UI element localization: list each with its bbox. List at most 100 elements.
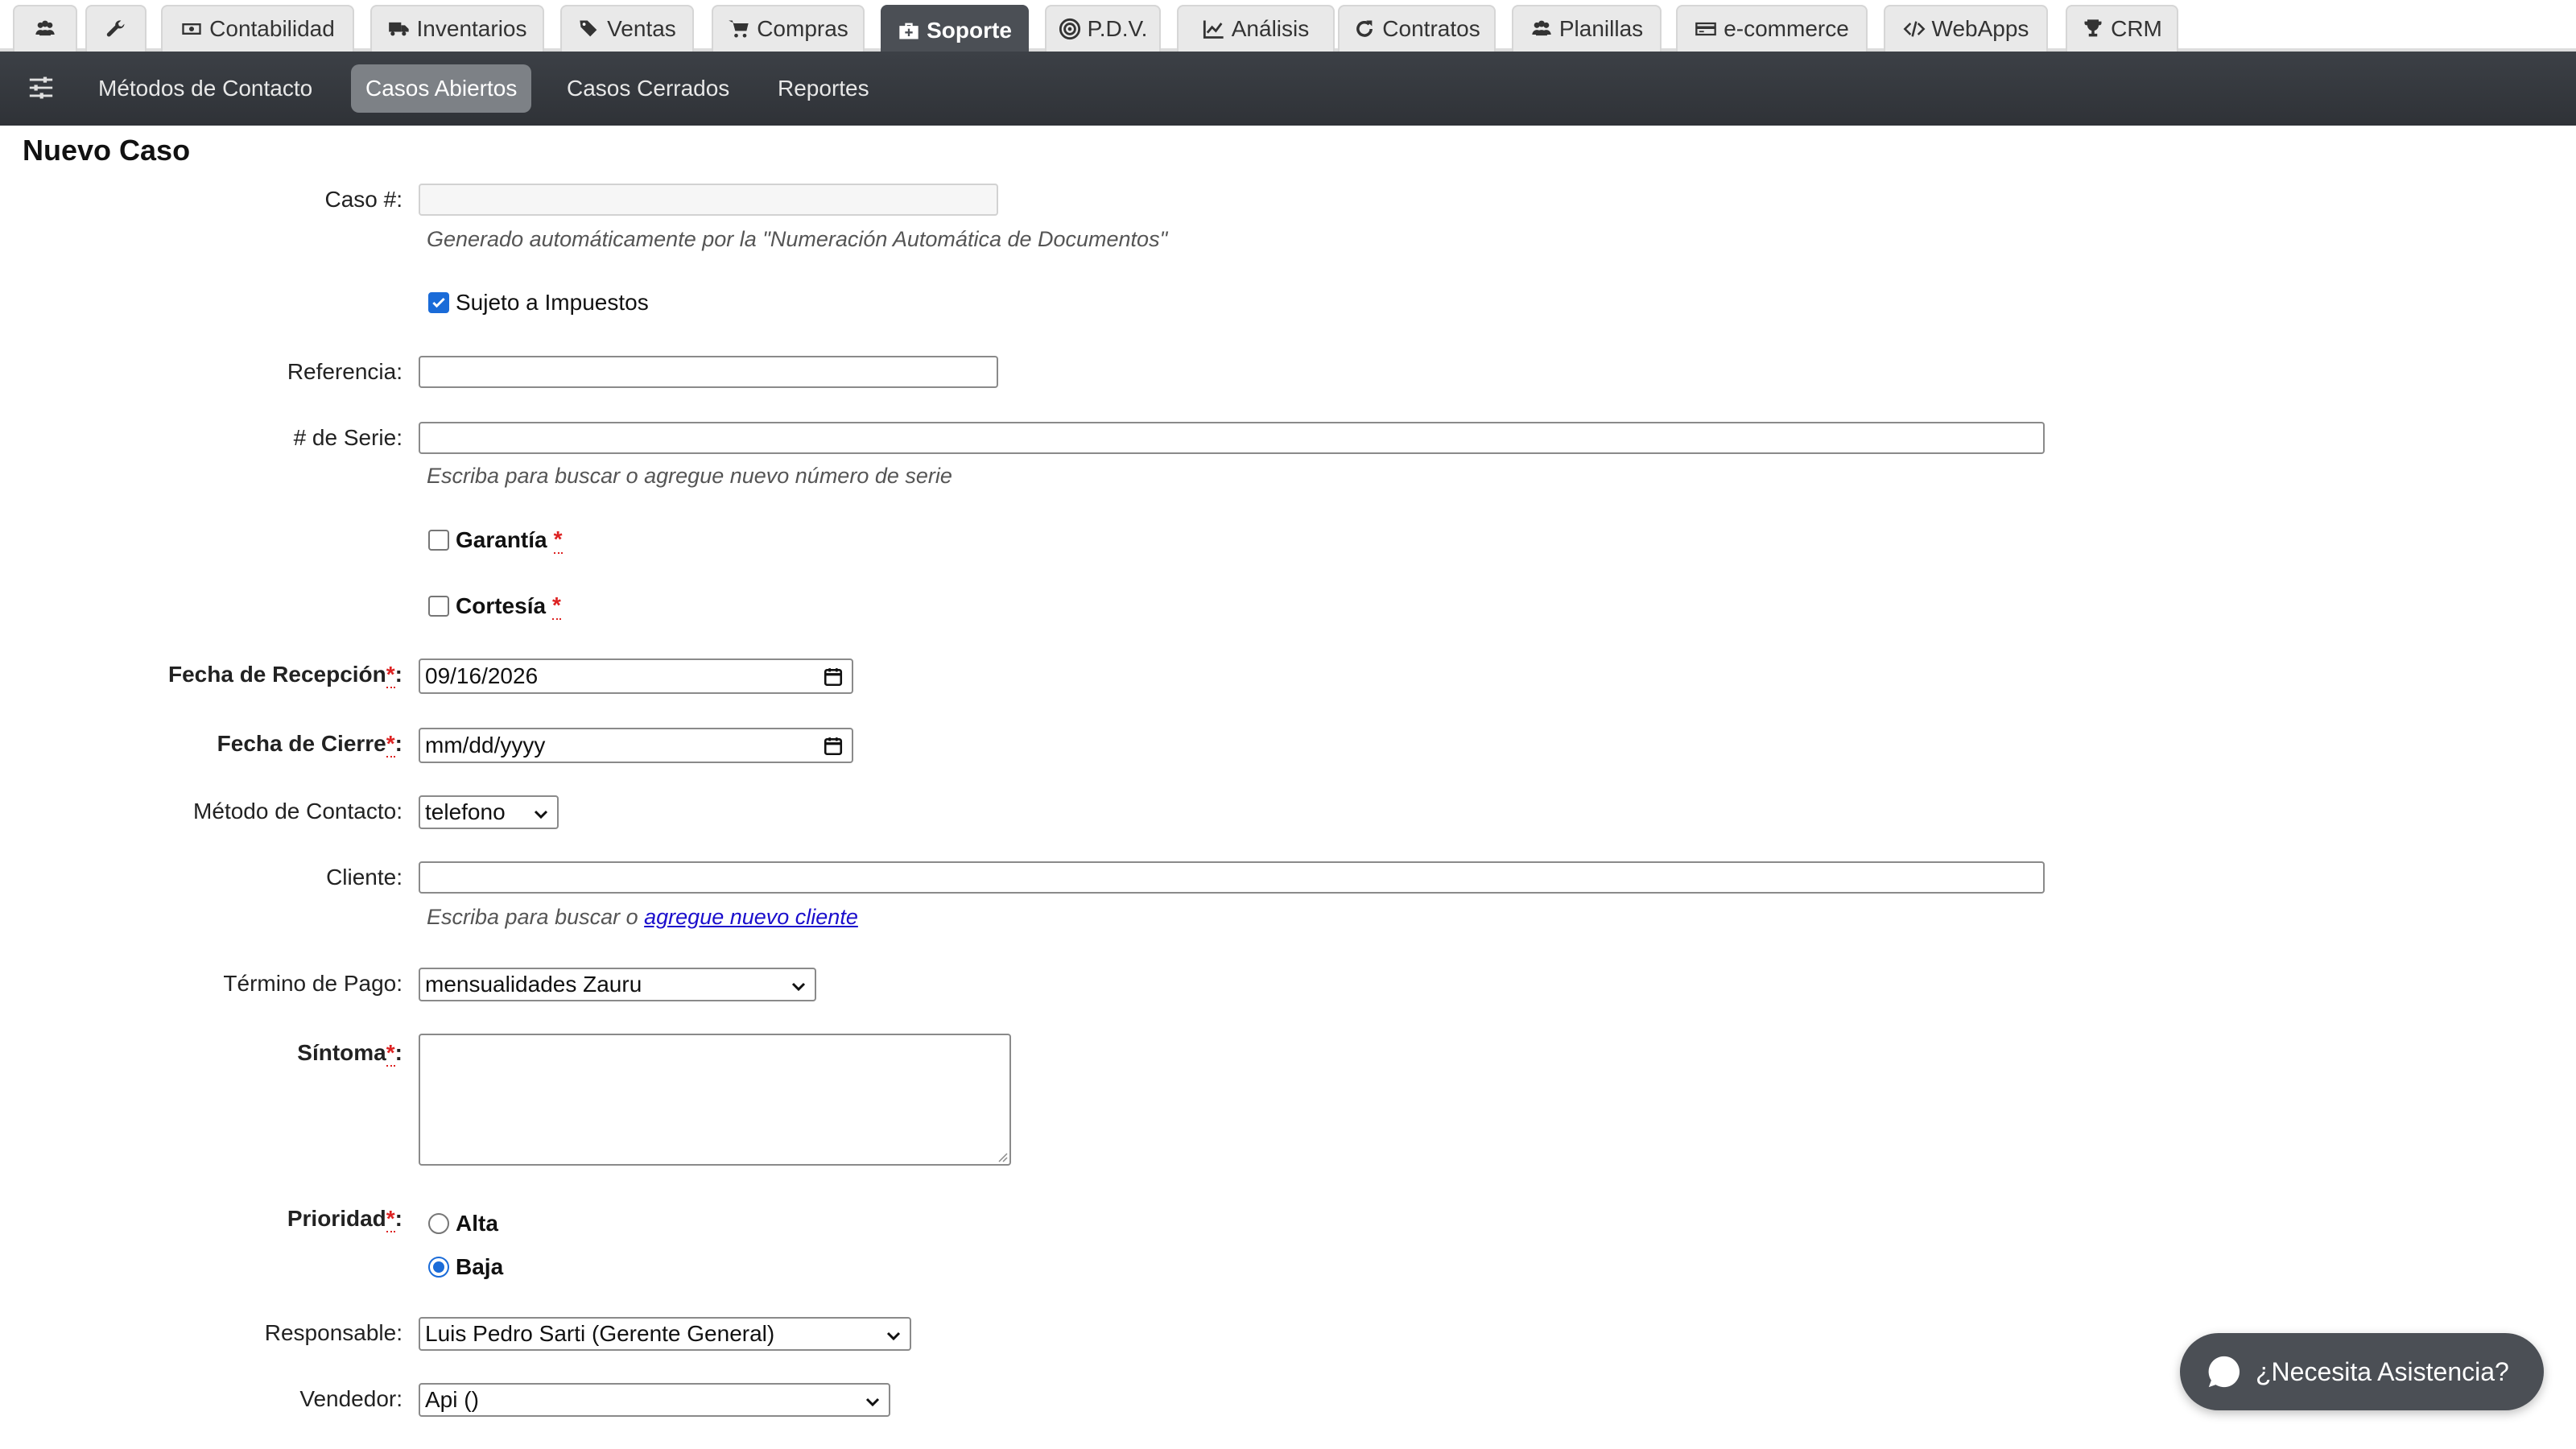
- referencia-input[interactable]: [419, 356, 998, 388]
- caso-number-input: [419, 184, 998, 216]
- subnav-reportes[interactable]: Reportes: [763, 64, 884, 113]
- module-tab-label: Análisis: [1231, 16, 1310, 41]
- chevron-down-icon: [865, 1397, 880, 1407]
- required-mark: *: [553, 526, 563, 554]
- subnav-casos-cerrados[interactable]: Casos Cerrados: [552, 64, 744, 113]
- prioridad-baja-radio[interactable]: [428, 1257, 449, 1278]
- fecha-cierre-input[interactable]: mm/dd/yyyy: [419, 728, 853, 763]
- module-tab-label: Planillas: [1558, 16, 1644, 41]
- module-tab-label: Contratos: [1382, 16, 1480, 41]
- cliente-label: Cliente:: [326, 865, 402, 890]
- termino-pago-label: Término de Pago:: [223, 971, 402, 996]
- module-tab-webapps[interactable]: WebApps: [1884, 5, 2048, 52]
- prioridad-alta-label: Alta: [456, 1211, 498, 1236]
- module-tab-users[interactable]: [13, 5, 77, 52]
- module-tab-label: Ventas: [607, 16, 676, 41]
- refresh-icon: [1356, 20, 1373, 37]
- fecha-recepcion-input[interactable]: 09/16/2026: [419, 658, 853, 694]
- prioridad-baja-label: Baja: [456, 1254, 504, 1279]
- serie-input[interactable]: [419, 422, 2045, 454]
- prioridad-baja-row: Baja: [428, 1254, 503, 1280]
- check-icon: [432, 297, 445, 308]
- users-icon: [35, 20, 55, 36]
- sintoma-label: Síntoma*:: [297, 1040, 402, 1067]
- serie-hint: Escriba para buscar o agregue nuevo núme…: [427, 464, 952, 488]
- termino-pago-select[interactable]: mensualidades Zauru: [419, 968, 816, 1001]
- module-tab-label: Soporte: [927, 18, 1012, 43]
- module-tab-label: WebApps: [1931, 16, 2029, 41]
- wrench-icon: [106, 20, 125, 37]
- module-tab-inventarios[interactable]: Inventarios: [370, 5, 544, 52]
- caso-hint: Generado automáticamente por la "Numerac…: [427, 227, 1168, 251]
- prioridad-alta-radio[interactable]: [428, 1213, 449, 1234]
- fecha-recepcion-value: 09/16/2026: [425, 663, 539, 688]
- module-tab-contabilidad[interactable]: Contabilidad: [161, 5, 354, 52]
- resize-grip-icon[interactable]: [995, 1150, 1008, 1162]
- calendar-icon[interactable]: [823, 736, 844, 757]
- module-tab-label: Inventarios: [416, 16, 527, 41]
- required-mark: *: [552, 592, 561, 620]
- sujeto-impuestos-checkbox[interactable]: [428, 292, 449, 313]
- vendedor-select[interactable]: Api (): [419, 1383, 890, 1417]
- metodo-contacto-label: Método de Contacto:: [193, 799, 402, 824]
- fecha-cierre-label: Fecha de Cierre*:: [217, 731, 402, 758]
- garantia-row: Garantía *: [428, 526, 563, 554]
- vendedor-value: Api (): [425, 1387, 479, 1412]
- line-chart-icon: [1203, 20, 1224, 39]
- cortesia-label: Cortesía: [456, 593, 547, 618]
- sintoma-textarea[interactable]: [419, 1034, 1011, 1166]
- module-tab-ecommerce[interactable]: e-commerce: [1676, 5, 1868, 52]
- caso-label: Caso #:: [324, 187, 403, 212]
- module-nav: Contabilidad Inventarios Ventas Compras …: [0, 0, 2576, 55]
- page-title: Nuevo Caso: [23, 134, 191, 167]
- calendar-icon[interactable]: [823, 667, 844, 687]
- module-tab-analisis[interactable]: Análisis: [1177, 5, 1335, 52]
- help-chat-label: ¿Necesita Asistencia?: [2256, 1356, 2509, 1386]
- module-tab-compras[interactable]: Compras: [712, 5, 865, 52]
- cart-icon: [729, 20, 749, 38]
- chevron-down-icon: [791, 982, 806, 992]
- subnav-casos-abiertos[interactable]: Casos Abiertos: [351, 64, 532, 113]
- subnav-metodos-contacto[interactable]: Métodos de Contacto: [84, 64, 327, 113]
- sujeto-impuestos-row: Sujeto a Impuestos: [428, 290, 649, 316]
- module-tab-label: P.D.V.: [1087, 16, 1148, 41]
- module-tab-settings[interactable]: [85, 5, 147, 52]
- module-tab-label: e-commerce: [1724, 16, 1849, 41]
- cliente-input[interactable]: [419, 861, 2045, 894]
- credit-card-icon: [1695, 22, 1717, 36]
- module-tab-soporte[interactable]: Soporte: [881, 5, 1029, 55]
- money-icon: [182, 23, 201, 35]
- sliders-icon[interactable]: [27, 74, 55, 101]
- chat-bubble-icon: [2208, 1356, 2240, 1388]
- fecha-cierre-value: mm/dd/yyyy: [425, 733, 546, 758]
- add-client-link[interactable]: agregue nuevo cliente: [644, 905, 858, 929]
- code-icon: [1903, 21, 1926, 37]
- referencia-label: Referencia:: [287, 359, 402, 384]
- module-tab-label: CRM: [2111, 16, 2162, 41]
- serie-label: # de Serie:: [293, 425, 402, 450]
- module-tab-contratos[interactable]: Contratos: [1338, 5, 1496, 52]
- module-tab-planillas[interactable]: Planillas: [1512, 5, 1662, 52]
- module-tab-pdv[interactable]: P.D.V.: [1045, 5, 1161, 52]
- target-icon: [1059, 18, 1080, 40]
- responsable-select[interactable]: Luis Pedro Sarti (Gerente General): [419, 1317, 911, 1351]
- medkit-icon: [899, 23, 919, 39]
- module-tab-crm[interactable]: CRM: [2066, 5, 2178, 52]
- garantia-label: Garantía: [456, 527, 547, 552]
- prioridad-label: Prioridad*:: [287, 1206, 402, 1232]
- chevron-down-icon: [886, 1331, 901, 1341]
- users-icon: [1532, 20, 1551, 36]
- trophy-icon: [2084, 19, 2102, 37]
- garantia-checkbox[interactable]: [428, 530, 449, 551]
- metodo-contacto-select[interactable]: telefono: [419, 795, 559, 829]
- help-chat-button[interactable]: ¿Necesita Asistencia?: [2180, 1333, 2544, 1410]
- module-tab-ventas[interactable]: Ventas: [560, 5, 694, 52]
- fecha-recepcion-label: Fecha de Recepción*:: [168, 662, 402, 688]
- tags-icon: [580, 20, 597, 37]
- responsable-value: Luis Pedro Sarti (Gerente General): [425, 1321, 775, 1346]
- termino-pago-value: mensualidades Zauru: [425, 972, 642, 997]
- metodo-contacto-value: telefono: [425, 799, 506, 824]
- cortesia-checkbox[interactable]: [428, 596, 449, 617]
- cliente-hint: Escriba para buscar o agregue nuevo clie…: [427, 905, 858, 929]
- cortesia-row: Cortesía *: [428, 592, 561, 620]
